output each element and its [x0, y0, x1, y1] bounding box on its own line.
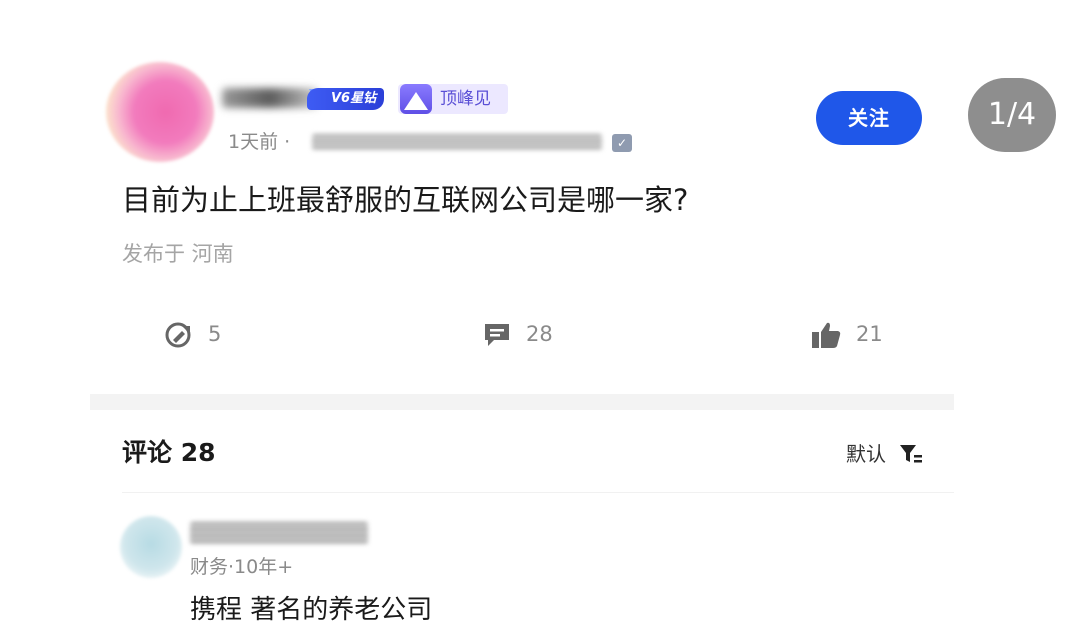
thumbs-up-icon — [812, 322, 841, 348]
author-avatar[interactable] — [106, 62, 214, 162]
author-name-redacted[interactable] — [222, 88, 318, 108]
like-stat[interactable]: 21 — [810, 318, 900, 350]
follow-button[interactable]: 关注 — [816, 91, 922, 145]
comment-count: 28 — [526, 322, 553, 346]
comment-icon — [485, 324, 509, 346]
level-badge: V6星钻 — [307, 88, 385, 110]
sort-button[interactable]: 默认 — [846, 441, 886, 467]
filter-sort-icon[interactable] — [898, 442, 924, 466]
verified-icon: ✓ — [612, 134, 632, 152]
commenter-name-redacted[interactable] — [190, 522, 368, 544]
post-location: 发布于 河南 — [122, 242, 234, 266]
comment-text: 携程 著名的养老公司 — [190, 595, 433, 625]
post-question: 目前为止上班最舒服的互联网公司是哪一家? — [122, 183, 689, 217]
title-badge-label: 顶峰见 — [440, 89, 491, 109]
page-indicator: 1/4 — [968, 78, 1056, 152]
section-divider — [90, 394, 954, 410]
author-info-redacted — [312, 134, 602, 150]
header-divider — [122, 492, 954, 493]
commenter-meta: 财务·10年+ — [190, 556, 294, 578]
comment-stat[interactable]: 28 — [482, 318, 572, 350]
comments-title: 评论 28 — [122, 438, 216, 467]
forward-stat[interactable]: 5 — [164, 318, 244, 350]
post-time: 1天前 · — [228, 131, 291, 153]
like-count: 21 — [856, 322, 883, 346]
edit-circle-icon — [165, 322, 191, 348]
mountain-icon — [400, 84, 432, 114]
forward-count: 5 — [208, 322, 222, 346]
commenter-avatar[interactable] — [120, 516, 182, 578]
